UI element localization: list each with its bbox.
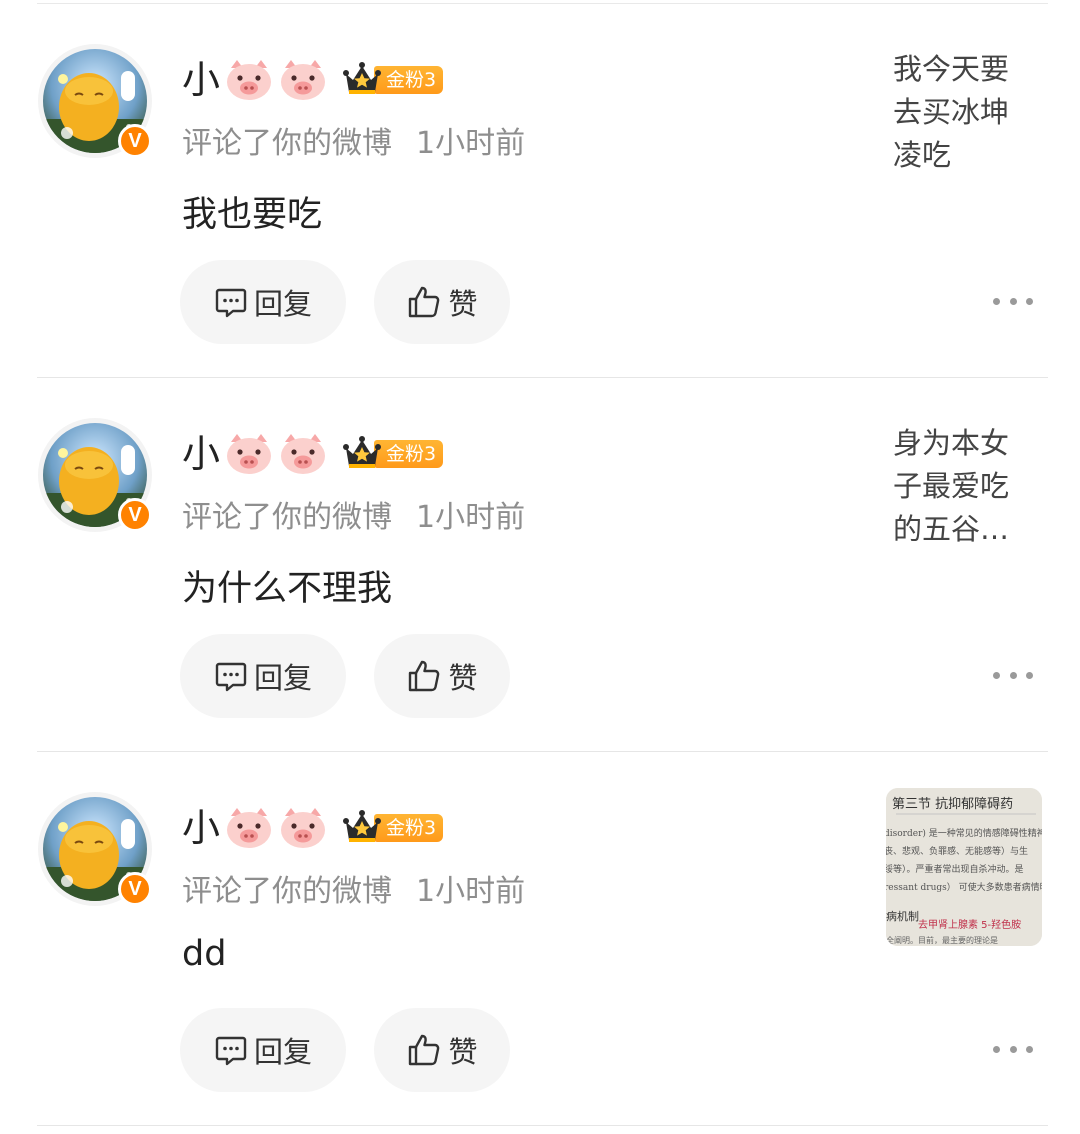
- reply-label: 回复: [253, 661, 312, 695]
- comment-bubble-icon: [215, 288, 247, 318]
- username[interactable]: 小: [182, 54, 220, 106]
- name-row: 小 金粉3: [182, 54, 444, 106]
- pig-emoji-icon: [224, 58, 274, 102]
- thumbs-up-icon: [409, 660, 440, 692]
- timestamp: 1小时前: [416, 500, 526, 535]
- pig-emoji-icon: [278, 58, 328, 102]
- fan-level-badge[interactable]: 金粉3: [342, 809, 444, 847]
- avatar[interactable]: V: [38, 418, 152, 532]
- comment-text[interactable]: 我也要吃: [182, 186, 322, 237]
- avatar[interactable]: V: [38, 44, 152, 158]
- weibo-preview-text[interactable]: 身为本女子最爱吃的五谷…: [893, 422, 1029, 551]
- meta-row: 评论了你的微博 1小时前: [182, 866, 525, 910]
- action-text: 评论了你的微博: [182, 874, 392, 909]
- verified-v-icon: V: [118, 124, 152, 158]
- meta-row: 评论了你的微博 1小时前: [182, 492, 525, 536]
- thumbs-up-icon: [409, 1034, 440, 1066]
- verified-v-icon: V: [118, 498, 152, 532]
- thumbs-up-icon: [409, 286, 440, 318]
- avatar[interactable]: V: [38, 792, 152, 906]
- fan-badge-label: 金粉3: [374, 814, 444, 842]
- like-button[interactable]: 赞: [374, 1008, 510, 1092]
- thumb-line: disorder) 是一种常见的情感障碍性精神: [886, 827, 1042, 839]
- comment-text[interactable]: 为什么不理我: [182, 560, 392, 611]
- fan-level-badge[interactable]: 金粉3: [342, 435, 444, 473]
- reply-button[interactable]: 回复: [180, 634, 346, 718]
- weibo-preview-image[interactable]: 第三节 抗抑郁障碍药 disorder) 是一种常见的情感障碍性精神 丧、悲观、…: [886, 788, 1042, 946]
- crown-icon: [343, 810, 382, 842]
- comment-text[interactable]: dd: [182, 934, 226, 974]
- fan-badge-label: 金粉3: [374, 440, 444, 468]
- comment-bubble-icon: [215, 662, 247, 692]
- action-text: 评论了你的微博: [182, 500, 392, 535]
- fan-level-badge[interactable]: 金粉3: [342, 61, 444, 99]
- comment-bubble-icon: [215, 1036, 247, 1066]
- pig-emoji-icon: [278, 432, 328, 476]
- username[interactable]: 小: [182, 802, 220, 854]
- timestamp: 1小时前: [416, 874, 526, 909]
- like-label: 赞: [448, 287, 478, 321]
- item-divider: [37, 1125, 1048, 1126]
- reply-button[interactable]: 回复: [180, 260, 346, 344]
- thumb-line: 全阐明。目前，最主要的理论是: [886, 935, 998, 945]
- more-dots-icon[interactable]: [993, 1042, 1033, 1056]
- username[interactable]: 小: [182, 428, 220, 480]
- reply-label: 回复: [253, 1035, 312, 1069]
- like-button[interactable]: 赞: [374, 634, 510, 718]
- thumb-line: 丧、悲观、负罪感、无能感等）与生: [886, 845, 1028, 857]
- thumb-line: ressant drugs） 可使大多数患者病情明: [886, 881, 1042, 893]
- thumb-handwriting: 去甲肾上腺素 5-羟色胺: [918, 918, 1021, 931]
- thumb-title: 第三节 抗抑郁障碍药: [892, 797, 1013, 812]
- name-row: 小 金粉3: [182, 428, 444, 480]
- more-dots-icon[interactable]: [993, 668, 1033, 682]
- notification-item[interactable]: V 小 金粉3 评论了你的微博 1小时前 dd 回复 赞 第三节 抗抑郁障碍药 d…: [0, 752, 1080, 1126]
- reply-label: 回复: [253, 287, 312, 321]
- like-button[interactable]: 赞: [374, 260, 510, 344]
- more-dots-icon[interactable]: [993, 294, 1033, 308]
- pig-emoji-icon: [224, 806, 274, 850]
- crown-icon: [343, 62, 382, 94]
- notification-item[interactable]: V 小 金粉3 评论了你的微博 1小时前 为什么不理我 回复 赞 身为本女子最爱吃…: [0, 378, 1080, 752]
- verified-v-icon: V: [118, 872, 152, 906]
- weibo-preview-text[interactable]: 我今天要去买冰坤凌吃: [893, 48, 1029, 177]
- reply-button[interactable]: 回复: [180, 1008, 346, 1092]
- crown-icon: [343, 436, 382, 468]
- like-label: 赞: [448, 661, 478, 695]
- like-label: 赞: [448, 1035, 478, 1069]
- fan-badge-label: 金粉3: [374, 66, 444, 94]
- pig-emoji-icon: [224, 432, 274, 476]
- thumb-line: 病机制: [886, 909, 919, 923]
- name-row: 小 金粉3: [182, 802, 444, 854]
- action-text: 评论了你的微博: [182, 126, 392, 161]
- meta-row: 评论了你的微博 1小时前: [182, 118, 525, 162]
- thumb-line: 绥等）。严重者常出现自杀冲动。是: [886, 863, 1024, 875]
- timestamp: 1小时前: [416, 126, 526, 161]
- pig-emoji-icon: [278, 806, 328, 850]
- notification-item[interactable]: V 小 金粉3 评论了你的微博 1小时前 我也要吃 回复 赞 我今天要去买冰坤凌吃: [0, 4, 1080, 378]
